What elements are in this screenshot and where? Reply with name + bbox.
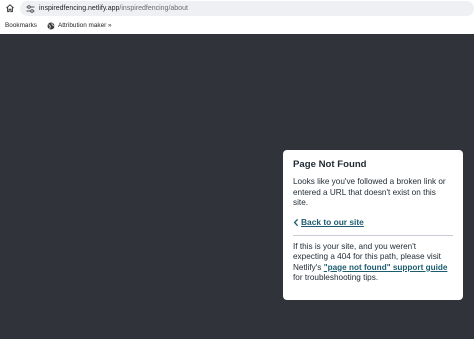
support-note: If this is your site, and you weren't ex…: [293, 242, 453, 284]
home-button[interactable]: [4, 2, 16, 14]
note-suffix: for troubleshooting tips.: [293, 273, 379, 282]
bookmark-attribution-maker[interactable]: Attribution maker »: [47, 22, 112, 30]
back-to-site-link[interactable]: Back to our site: [293, 217, 453, 228]
url-path: /inspiredfencing/about: [119, 5, 188, 12]
divider: [293, 234, 453, 236]
error-message: Looks like you've followed a broken link…: [293, 177, 446, 207]
url-host: inspiredfencing.netlify.app: [39, 5, 120, 12]
url-text[interactable]: inspiredfencing.netlify.app/inspiredfenc…: [39, 5, 188, 12]
bookmarks-folder[interactable]: Bookmarks: [5, 22, 37, 29]
site-info-icon[interactable]: [25, 4, 35, 14]
support-guide-link[interactable]: "page not found" support guide: [324, 263, 448, 272]
home-icon: [6, 4, 14, 13]
page-title: Page Not Found: [293, 159, 367, 170]
back-link-label: Back to our site: [301, 216, 364, 227]
bookmark-label: Attribution maker »: [57, 22, 112, 29]
bookmarks-bar: Bookmarks Attribution maker »: [0, 17, 474, 34]
bookmark-label: Bookmarks: [5, 22, 37, 29]
address-bar[interactable]: inspiredfencing.netlify.app/inspiredfenc…: [20, 1, 474, 16]
globe-icon: [47, 22, 55, 30]
browser-toolbar: inspiredfencing.netlify.app/inspiredfenc…: [0, 0, 474, 17]
not-found-card: Page Not Found Looks like you've followe…: [283, 150, 463, 300]
chevron-left-icon: [293, 218, 299, 227]
